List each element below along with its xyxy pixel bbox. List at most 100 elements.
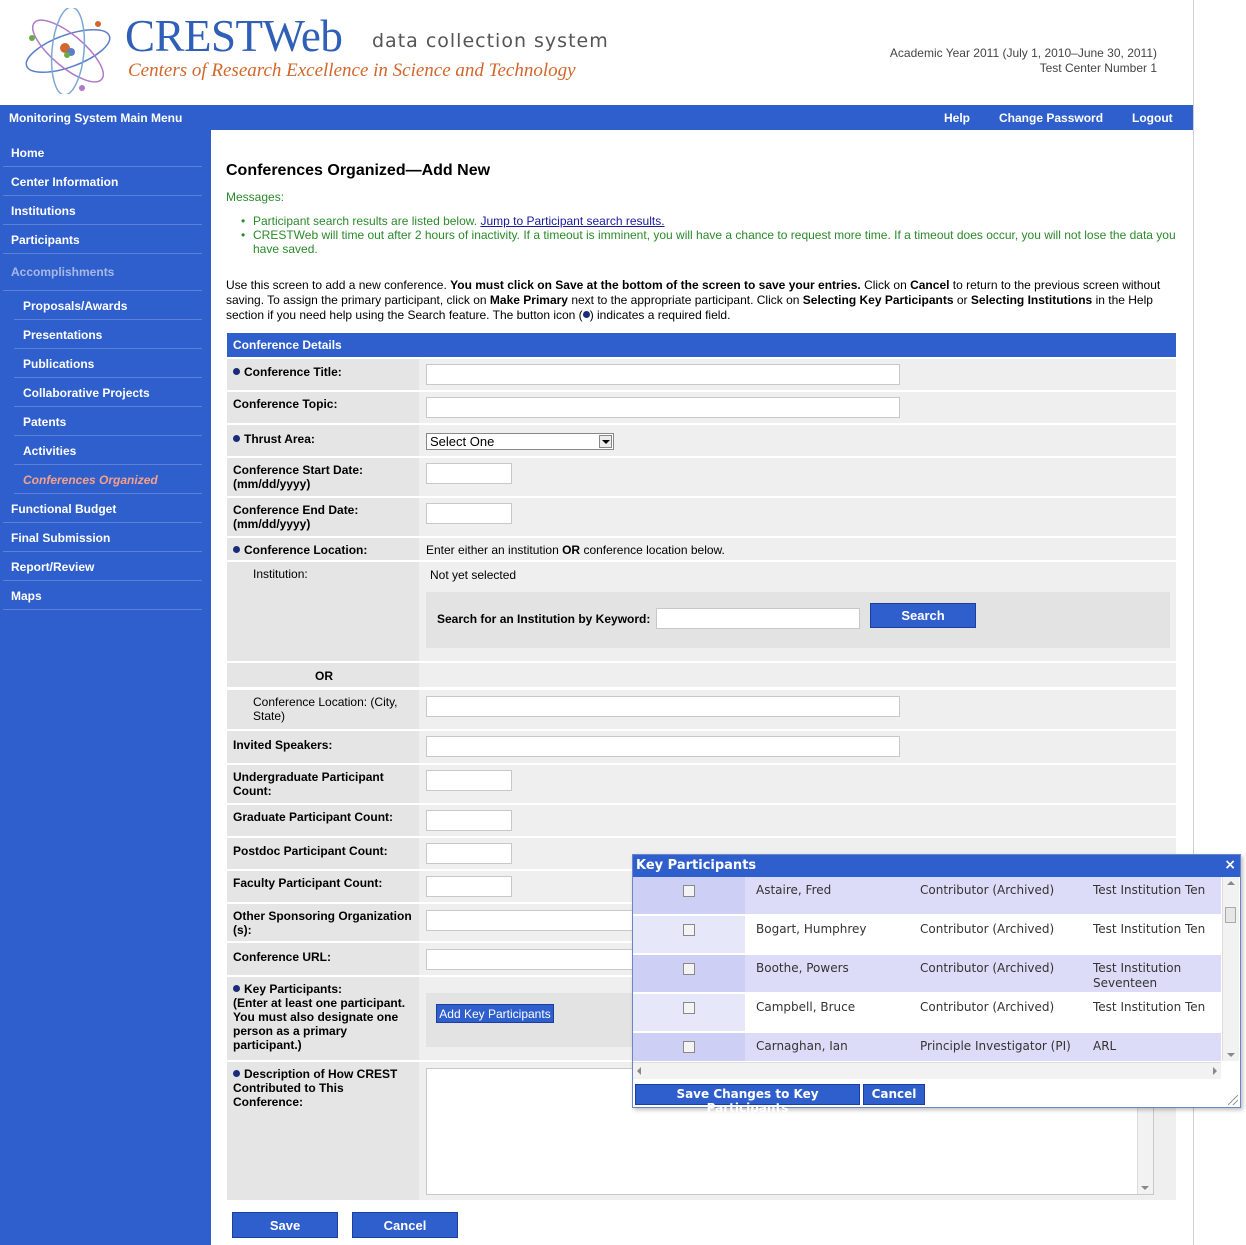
logo-title: CRESTWeb bbox=[125, 11, 343, 61]
list-item: Carnaghan, Ian Principle Investigator (P… bbox=[633, 1033, 1221, 1061]
sidebar-item-activities[interactable]: Activities bbox=[14, 436, 202, 465]
vertical-scrollbar[interactable] bbox=[1222, 877, 1239, 1061]
instructions-text: Use this screen to add a new conference.… bbox=[226, 278, 1161, 322]
required-dot-icon bbox=[233, 1070, 240, 1077]
row-thrust-area: Thrust Area: Select One bbox=[227, 425, 1176, 456]
logout-link[interactable]: Logout bbox=[1132, 111, 1173, 125]
conference-location-input[interactable] bbox=[426, 696, 900, 717]
main-menu-link[interactable]: Monitoring System Main Menu bbox=[9, 111, 182, 125]
row-grad-count: Graduate Participant Count: bbox=[227, 805, 1176, 836]
sidebar-item-center-information[interactable]: Center Information bbox=[3, 167, 202, 196]
atom-logo-icon bbox=[25, 8, 111, 94]
sidebar-item-functional-budget[interactable]: Functional Budget bbox=[3, 494, 202, 523]
sidebar-item-patents[interactable]: Patents bbox=[14, 407, 202, 436]
participant-checkbox[interactable] bbox=[683, 924, 695, 936]
sidebar-item-publications[interactable]: Publications bbox=[14, 349, 202, 378]
jump-to-results-link[interactable]: Jump to Participant search results. bbox=[480, 214, 664, 228]
sidebar-item-collaborative-projects[interactable]: Collaborative Projects bbox=[14, 378, 202, 407]
sidebar-item-participants[interactable]: Participants bbox=[3, 225, 202, 254]
horizontal-scrollbar[interactable] bbox=[633, 1062, 1221, 1079]
participant-list: Astaire, Fred Contributor (Archived) Tes… bbox=[633, 877, 1221, 1061]
cancel-button[interactable]: Cancel bbox=[352, 1212, 458, 1238]
academic-year-info: Academic Year 2011 (July 1, 2010–June 30… bbox=[890, 46, 1157, 76]
dialog-title-bar: Key Participants × bbox=[633, 855, 1240, 877]
scroll-left-arrow-icon[interactable] bbox=[637, 1067, 641, 1075]
postdoc-count-input[interactable] bbox=[426, 843, 512, 864]
sidebar-item-home[interactable]: Home bbox=[3, 138, 202, 167]
institution-search-panel: Search for an Institution by Keyword: Se… bbox=[426, 592, 1170, 648]
required-dot-icon bbox=[582, 311, 590, 318]
top-nav-bar: Monitoring System Main Menu Help Change … bbox=[0, 105, 1193, 130]
sidebar-item-institutions[interactable]: Institutions bbox=[3, 196, 202, 225]
key-participants-dialog: Key Participants × Astaire, Fred Contrib… bbox=[632, 854, 1241, 1115]
undergrad-count-input[interactable] bbox=[426, 770, 512, 791]
participant-checkbox[interactable] bbox=[683, 963, 695, 975]
dialog-footer: Save Changes to Key Participants Cancel bbox=[633, 1079, 1240, 1115]
grad-count-input[interactable] bbox=[426, 810, 512, 831]
sidebar-item-proposals-awards[interactable]: Proposals/Awards bbox=[14, 291, 202, 320]
list-item: Astaire, Fred Contributor (Archived) Tes… bbox=[633, 877, 1221, 914]
conference-title-input[interactable] bbox=[426, 364, 900, 385]
save-button[interactable]: Save bbox=[232, 1212, 338, 1238]
scroll-down-arrow-icon[interactable] bbox=[1141, 1186, 1149, 1190]
row-institution: Institution: Not yet selected Search for… bbox=[227, 562, 1176, 661]
site-header: CRESTWeb data collection system Centers … bbox=[0, 0, 1193, 105]
thrust-area-select[interactable]: Select One bbox=[426, 433, 614, 450]
invited-speakers-input[interactable] bbox=[426, 736, 900, 757]
start-date-input[interactable] bbox=[426, 463, 512, 484]
center-name: Test Center Number 1 bbox=[1039, 61, 1157, 75]
save-key-participants-button[interactable]: Save Changes to Key Participants bbox=[635, 1084, 860, 1115]
resize-grip-icon[interactable] bbox=[1228, 1095, 1238, 1105]
scrollbar-thumb[interactable] bbox=[1225, 907, 1236, 923]
required-dot-icon bbox=[233, 985, 240, 992]
sidebar-item-report-review[interactable]: Report/Review bbox=[3, 552, 202, 581]
row-end-date: Conference End Date: (mm/dd/yyyy) bbox=[227, 498, 1176, 536]
sidebar-item-presentations[interactable]: Presentations bbox=[14, 320, 202, 349]
close-icon[interactable]: × bbox=[1224, 857, 1236, 873]
change-password-link[interactable]: Change Password bbox=[999, 111, 1103, 125]
location-hint: Enter either an institution OR conferenc… bbox=[426, 543, 725, 557]
row-conference-topic: Conference Topic: bbox=[227, 392, 1176, 423]
message-timeout: • CRESTWeb will time out after 2 hours o… bbox=[241, 228, 1176, 256]
participant-checkbox[interactable] bbox=[683, 885, 695, 897]
row-invited-speakers: Invited Speakers: bbox=[227, 731, 1176, 763]
dialog-cancel-button[interactable]: Cancel bbox=[863, 1084, 925, 1105]
required-dot-icon bbox=[233, 435, 240, 442]
chevron-down-icon bbox=[599, 435, 612, 448]
faculty-count-input[interactable] bbox=[426, 876, 512, 897]
message-search-results: • Participant search results are listed … bbox=[241, 214, 665, 228]
form-section-header: Conference Details bbox=[227, 333, 1176, 357]
scroll-down-arrow-icon[interactable] bbox=[1227, 1053, 1235, 1057]
list-item: Bogart, Humphrey Contributor (Archived) … bbox=[633, 916, 1221, 953]
sidebar: Home Center Information Institutions Par… bbox=[0, 130, 211, 1245]
logo-subtitle: data collection system bbox=[372, 30, 609, 52]
row-conference-city-state: Conference Location: (City, State) bbox=[227, 690, 1176, 729]
institution-search-input[interactable] bbox=[656, 608, 860, 629]
row-conference-location: Conference Location: Enter either an ins… bbox=[227, 538, 1176, 560]
institution-value: Not yet selected bbox=[430, 568, 517, 582]
required-dot-icon bbox=[233, 546, 240, 553]
sidebar-item-maps[interactable]: Maps bbox=[3, 581, 202, 610]
list-item: Boothe, Powers Contributor (Archived) Te… bbox=[633, 955, 1221, 992]
end-date-input[interactable] bbox=[426, 503, 512, 524]
help-link[interactable]: Help bbox=[944, 111, 970, 125]
institution-search-button[interactable]: Search bbox=[870, 603, 976, 628]
sidebar-section-accomplishments: Accomplishments bbox=[3, 258, 202, 291]
conference-topic-input[interactable] bbox=[426, 397, 900, 418]
institution-search-label: Search for an Institution by Keyword: bbox=[437, 612, 651, 626]
row-or: OR bbox=[227, 663, 1176, 687]
list-item: Campbell, Bruce Contributor (Archived) T… bbox=[633, 994, 1221, 1031]
page-title: Conferences Organized—Add New bbox=[226, 162, 491, 179]
required-dot-icon bbox=[233, 368, 240, 375]
key-participants-note: (Enter at least one participant. You mus… bbox=[233, 996, 406, 1052]
participant-checkbox[interactable] bbox=[683, 1002, 695, 1014]
row-conference-title: Conference Title: bbox=[227, 359, 1176, 390]
row-start-date: Conference Start Date: (mm/dd/yyyy) bbox=[227, 458, 1176, 496]
sidebar-item-conferences-organized[interactable]: Conferences Organized bbox=[14, 465, 202, 494]
scroll-right-arrow-icon[interactable] bbox=[1213, 1067, 1217, 1075]
scroll-up-arrow-icon[interactable] bbox=[1227, 881, 1235, 885]
sidebar-item-final-submission[interactable]: Final Submission bbox=[3, 523, 202, 552]
add-key-participants-button[interactable]: Add Key Participants bbox=[436, 1004, 554, 1023]
participant-checkbox[interactable] bbox=[683, 1041, 695, 1053]
row-undergrad-count: Undergraduate Participant Count: bbox=[227, 765, 1176, 803]
